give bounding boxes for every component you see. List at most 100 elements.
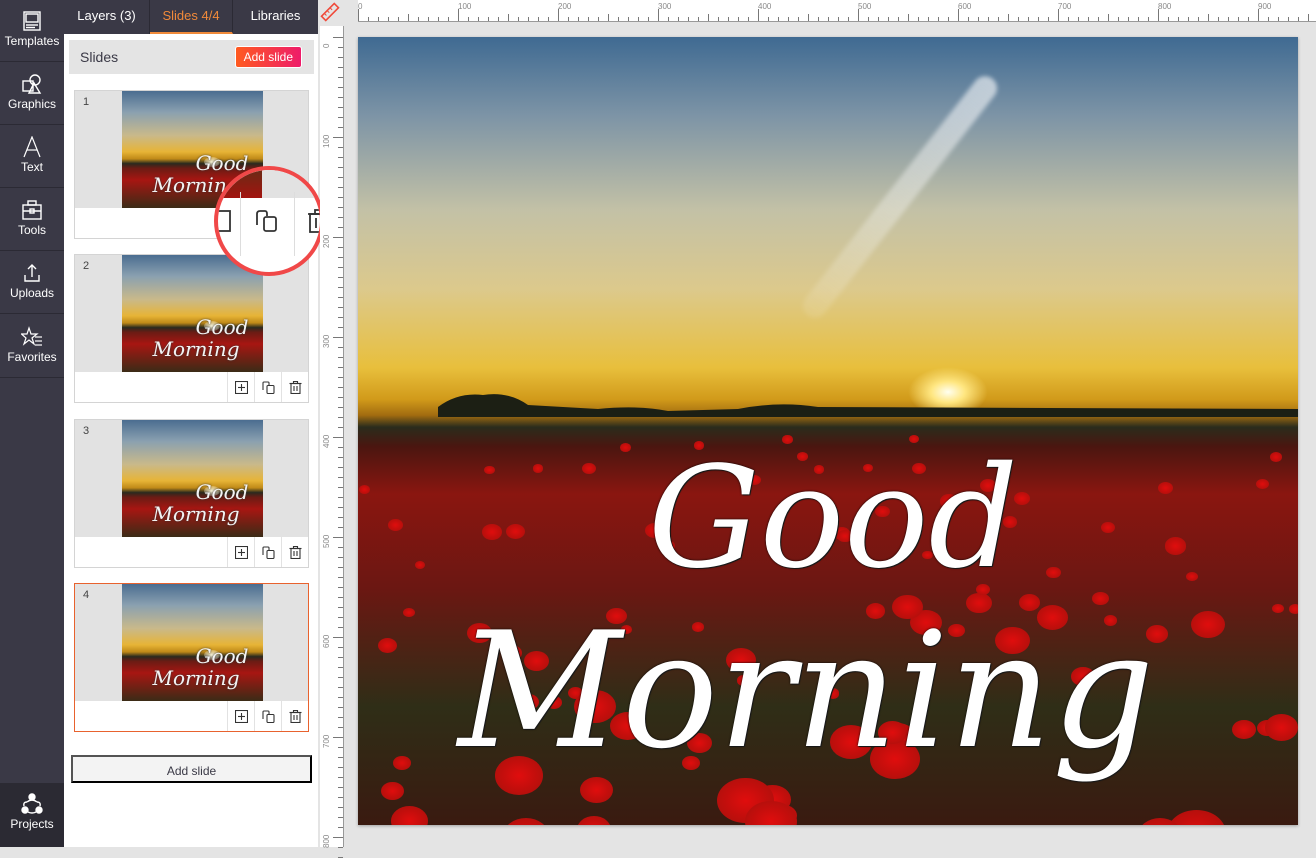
ruler-tick bbox=[338, 517, 343, 518]
ruler-label: 300 bbox=[322, 334, 331, 348]
canvas-text-good[interactable]: Good bbox=[648, 437, 1018, 600]
poppy bbox=[358, 485, 371, 495]
slide-thumbnail[interactable]: Good Morning bbox=[122, 255, 263, 372]
rail-item-uploads[interactable]: Uploads bbox=[0, 252, 64, 314]
ruler-toggle-icon[interactable] bbox=[320, 2, 340, 22]
ruler-tick bbox=[448, 17, 449, 21]
ruler-tick bbox=[338, 117, 343, 118]
thumb-text-line2: Morning bbox=[152, 502, 240, 526]
ruler-tick bbox=[548, 17, 549, 21]
add-slide-button[interactable] bbox=[227, 372, 254, 402]
ruler-tick bbox=[338, 357, 343, 358]
ruler-tick bbox=[1188, 17, 1189, 21]
ruler-tick bbox=[698, 17, 699, 21]
poppy bbox=[1158, 481, 1174, 494]
duplicate-button[interactable] bbox=[254, 537, 281, 567]
slide-card[interactable]: 4 Good Morning bbox=[74, 583, 309, 732]
slide-card[interactable]: 2 Good Morning bbox=[74, 254, 309, 403]
rail-item-tools[interactable]: Tools bbox=[0, 189, 64, 251]
ruler-tick bbox=[338, 197, 343, 198]
rail-item-favorites[interactable]: Favorites bbox=[0, 316, 64, 378]
ruler-tick bbox=[338, 507, 343, 508]
ruler-tick bbox=[338, 577, 343, 578]
ruler-tick bbox=[1178, 17, 1179, 21]
ruler-tick bbox=[338, 267, 343, 268]
upload-icon bbox=[24, 264, 40, 282]
slides-header: Slides Add slide bbox=[69, 40, 314, 74]
trash-button[interactable] bbox=[281, 701, 308, 731]
ruler-tick bbox=[338, 97, 343, 98]
ruler-tick bbox=[478, 17, 479, 21]
ruler-tick bbox=[338, 207, 343, 208]
horizontal-ruler[interactable]: 0 100 200 300 400 500 600 700 800 900 bbox=[358, 0, 1316, 22]
thumb-text-line1: Good bbox=[195, 644, 249, 668]
ruler-tick bbox=[1048, 17, 1049, 21]
ruler-tick bbox=[338, 487, 343, 488]
slide-thumbnail[interactable]: Good Morning bbox=[122, 584, 263, 701]
ruler-tick bbox=[338, 367, 343, 368]
ruler-tick bbox=[678, 17, 679, 21]
vertical-ruler[interactable]: 0 100 200 300 400 500 600 700 800 bbox=[320, 26, 344, 858]
slide-card[interactable]: 3 Good Morning bbox=[74, 419, 309, 568]
tab-libraries[interactable]: Libraries bbox=[233, 0, 318, 34]
trash-button[interactable] bbox=[281, 537, 308, 567]
add-slide-button[interactable] bbox=[227, 701, 254, 731]
rail-label: Tools bbox=[17, 223, 46, 237]
duplicate-button[interactable] bbox=[254, 372, 281, 402]
poppy bbox=[414, 560, 426, 570]
ruler-label: 100 bbox=[458, 2, 472, 11]
ruler-tick bbox=[338, 687, 343, 688]
slide-actions bbox=[227, 537, 308, 567]
rail-label: Favorites bbox=[7, 350, 57, 364]
ruler-tick bbox=[338, 747, 343, 748]
rail-item-graphics[interactable]: Graphics bbox=[0, 63, 64, 125]
trash-button[interactable] bbox=[281, 372, 308, 402]
tab-slides[interactable]: Slides 4/4 bbox=[150, 0, 233, 34]
ruler-label: 400 bbox=[322, 434, 331, 448]
ruler-tick bbox=[668, 17, 669, 21]
ruler-tick bbox=[333, 237, 343, 238]
ruler-tick bbox=[338, 257, 343, 258]
duplicate-button[interactable] bbox=[254, 701, 281, 731]
ruler-tick bbox=[338, 497, 343, 498]
ruler-tick bbox=[338, 297, 343, 298]
poppy bbox=[380, 781, 404, 800]
duplicate-icon bbox=[261, 545, 275, 559]
rail-label: Graphics bbox=[7, 97, 57, 111]
duplicate-icon[interactable] bbox=[254, 208, 280, 234]
ruler-tick bbox=[338, 717, 343, 718]
slide-number: 1 bbox=[83, 96, 90, 108]
slide-thumbnail[interactable]: Good Morning bbox=[122, 420, 263, 537]
design-canvas[interactable]: Good Morning bbox=[358, 37, 1298, 825]
ruler-tick bbox=[378, 17, 379, 21]
poppy bbox=[1264, 714, 1298, 742]
canvas-text-morning[interactable]: Morning bbox=[458, 597, 1154, 784]
rail-item-text[interactable]: Text bbox=[0, 126, 64, 188]
ruler-tick bbox=[338, 277, 343, 278]
rail-item-projects[interactable]: Projects bbox=[0, 783, 64, 847]
poppy bbox=[393, 755, 411, 771]
ruler-tick bbox=[338, 67, 343, 68]
duplicate-icon bbox=[261, 380, 275, 394]
ruler-tick bbox=[338, 107, 343, 108]
ruler-tick bbox=[333, 837, 343, 838]
ruler-tick bbox=[338, 467, 343, 468]
add-slide-bottom-button[interactable]: Add slide bbox=[71, 755, 312, 783]
tab-layers[interactable]: Layers (3) bbox=[64, 0, 150, 34]
rail-item-templates[interactable]: Templates bbox=[0, 0, 64, 62]
ruler-label: 300 bbox=[658, 2, 672, 11]
ruler-tick bbox=[1008, 14, 1009, 21]
add-slide-button[interactable]: Add slide bbox=[234, 46, 302, 68]
ruler-tick bbox=[338, 697, 343, 698]
ruler-tick bbox=[333, 637, 343, 638]
add-slide-button[interactable] bbox=[227, 537, 254, 567]
ruler-tick bbox=[728, 17, 729, 21]
rail-label: Projects bbox=[10, 817, 54, 831]
panel-tabs: Layers (3) Slides 4/4 Libraries bbox=[64, 0, 318, 34]
ruler-tick bbox=[333, 137, 343, 138]
ruler-tick bbox=[338, 817, 343, 818]
ruler-label: 800 bbox=[322, 834, 331, 848]
ruler-label: 0 bbox=[358, 2, 363, 11]
ruler-tick bbox=[338, 127, 343, 128]
poppy bbox=[1164, 537, 1187, 555]
